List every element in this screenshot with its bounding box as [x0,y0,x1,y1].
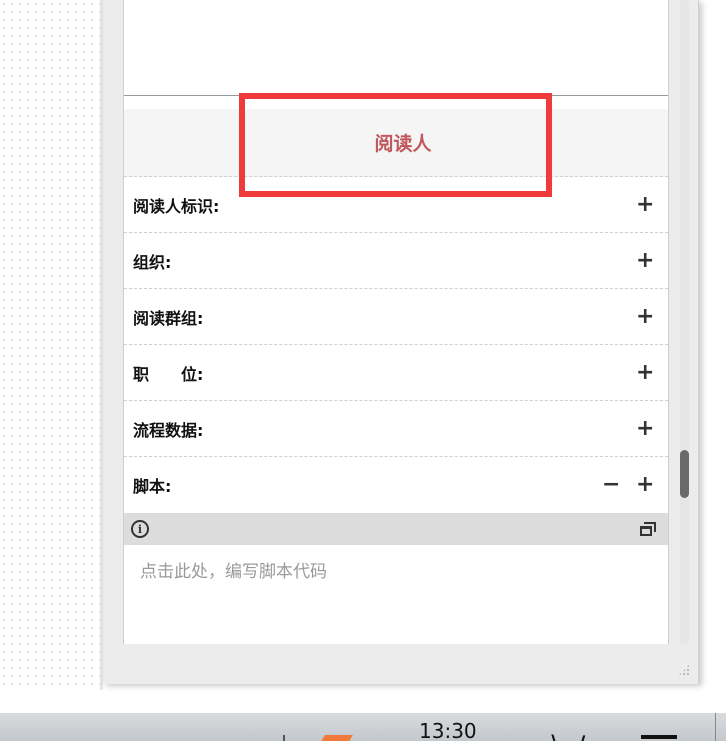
taskbar-indicator [641,735,677,739]
property-label: 职 位: [133,364,204,384]
panel-scrollbar[interactable] [680,0,689,644]
property-panel: 阅读人 阅读人标识: + 组织: + 阅读群组: + 职 位: + 流程数据: … [103,0,699,684]
property-row-reader-group: 阅读群组: + [124,289,668,345]
taskbar-clock[interactable]: 13:30 [419,719,477,741]
property-label: 阅读群组: [133,308,204,328]
property-row-reader-id: 阅读人标识: + [124,177,668,233]
add-reader-group-button[interactable]: + [636,305,654,328]
chevron-icon[interactable]: ∖ [548,731,562,741]
resize-grip-icon[interactable] [678,664,690,676]
add-process-data-button[interactable]: + [636,417,654,440]
flow-canvas[interactable] [0,0,100,690]
section-header-readers[interactable]: 阅读人 [124,109,668,177]
property-label: 流程数据: [133,420,204,440]
scrollbar-thumb[interactable] [680,450,689,498]
section-title: 阅读人 [374,133,432,155]
taskbar: 13:30 ∖ ∕ [0,713,726,741]
add-organization-button[interactable]: + [636,249,654,272]
taskbar-app-icon[interactable] [319,735,353,741]
property-label: 脚本: [133,477,172,496]
property-row-process-data: 流程数据: + [124,401,668,457]
add-reader-id-button[interactable]: + [636,193,654,216]
taskbar-divider [715,713,716,741]
property-label: 阅读人标识: [133,196,220,216]
info-icon[interactable]: i [131,520,149,538]
property-row-script: 脚本: − + [124,457,668,513]
property-label: 组织: [133,252,172,272]
panel-blank-area [124,0,668,96]
restore-window-icon[interactable] [640,522,656,536]
property-row-organization: 组织: + [124,233,668,289]
taskbar-marker [283,735,285,741]
script-editor[interactable]: 点击此处，编写脚本代码 [124,545,668,644]
property-panel-content: 阅读人 阅读人标识: + 组织: + 阅读群组: + 职 位: + 流程数据: … [123,0,669,644]
property-row-position: 职 位: + [124,345,668,401]
script-toolbar: i [124,513,668,545]
remove-script-button[interactable]: − [602,474,620,496]
add-position-button[interactable]: + [636,361,654,384]
chevron-icon[interactable]: ∕ [578,731,585,741]
add-script-button[interactable]: + [636,474,654,496]
